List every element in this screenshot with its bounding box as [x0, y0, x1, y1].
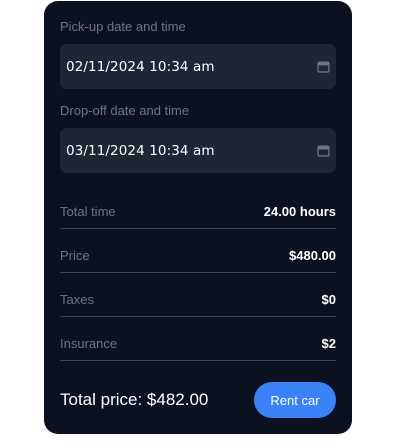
- price-value: $480.00: [289, 248, 336, 263]
- summary-row-price: Price $480.00: [60, 248, 336, 273]
- dropoff-label: Drop-off date and time: [60, 103, 190, 118]
- summary-row-taxes: Taxes $0: [60, 292, 336, 317]
- taxes-label: Taxes: [60, 292, 94, 307]
- pickup-datetime-input[interactable]: 02/11/2024 10:34 am: [60, 44, 336, 89]
- total-price: Total price: $482.00: [60, 390, 209, 409]
- calendar-icon[interactable]: [317, 60, 330, 73]
- rent-car-button[interactable]: Rent car: [254, 382, 336, 418]
- price-label: Price: [60, 248, 90, 263]
- summary-row-total-time: Total time 24.00 hours: [60, 204, 336, 229]
- dropoff-datetime-input[interactable]: 03/11/2024 10:34 am: [60, 128, 336, 173]
- rental-card: Pick-up date and time 02/11/2024 10:34 a…: [44, 1, 352, 434]
- taxes-value: $0: [321, 292, 336, 307]
- total-time-value: 24.00 hours: [263, 204, 336, 219]
- dropoff-datetime-value: 03/11/2024 10:34 am: [66, 142, 215, 159]
- pickup-datetime-value: 02/11/2024 10:34 am: [66, 58, 215, 75]
- calendar-icon[interactable]: [317, 144, 330, 157]
- total-time-label: Total time: [60, 204, 116, 219]
- summary-row-insurance: Insurance $2: [60, 336, 336, 361]
- pickup-label: Pick-up date and time: [60, 19, 186, 34]
- insurance-label: Insurance: [60, 336, 118, 351]
- insurance-value: $2: [321, 336, 336, 351]
